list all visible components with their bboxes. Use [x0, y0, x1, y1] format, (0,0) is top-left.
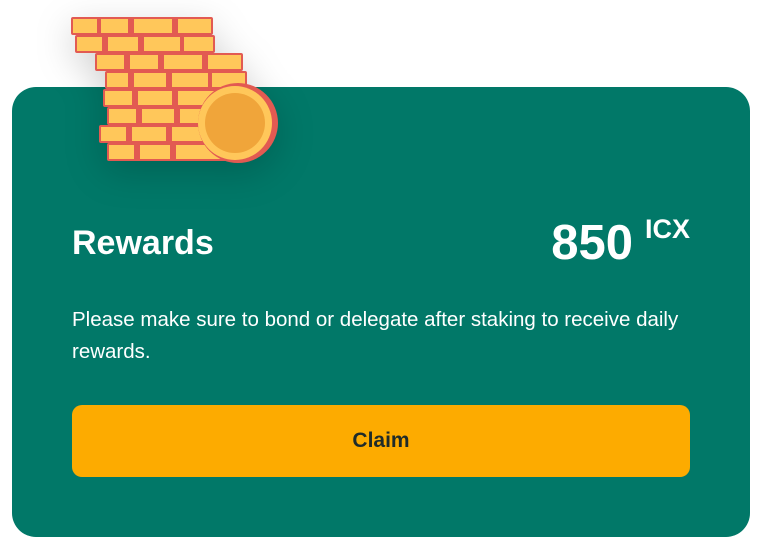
- rewards-amount-group: 850 ICX: [551, 212, 690, 274]
- rewards-title: Rewards: [72, 224, 214, 262]
- rewards-amount: 850: [551, 216, 633, 270]
- rewards-description: Please make sure to bond or delegate aft…: [72, 308, 679, 363]
- rewards-unit: ICX: [644, 214, 690, 244]
- coin-stack-icon: [62, 8, 292, 178]
- claim-button[interactable]: Claim: [72, 405, 690, 477]
